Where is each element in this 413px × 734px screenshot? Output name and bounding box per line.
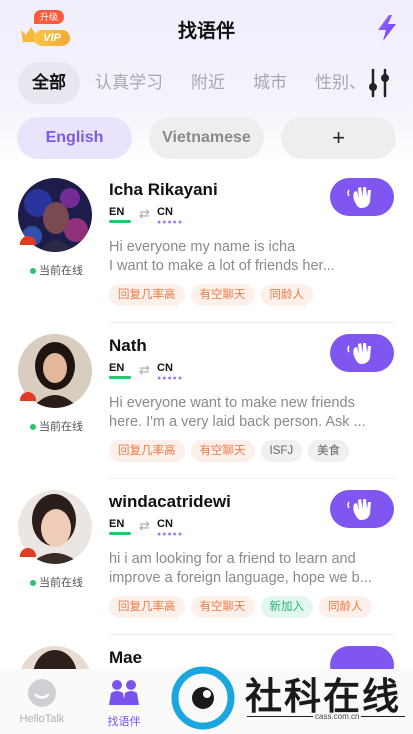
online-status: 当前在线 xyxy=(30,418,83,434)
tag-list: 回复几率高 有空聊天 同龄人 xyxy=(109,284,399,308)
partner-bio: hi i am looking for a friend to learn an… xyxy=(109,551,372,586)
online-dot-icon xyxy=(30,424,36,431)
tag: ISFJ xyxy=(260,440,303,462)
people-icon xyxy=(109,680,139,705)
online-indicator xyxy=(20,548,36,557)
online-dot-icon xyxy=(30,580,36,587)
wave-hello-button[interactable] xyxy=(330,334,394,372)
divider xyxy=(109,322,395,323)
watermark-url: cass.com.cn xyxy=(315,712,360,721)
language-exchange: EN ⇄ CN ●●●●● xyxy=(109,206,189,226)
learning-language: CN xyxy=(157,362,173,374)
add-language-button[interactable]: + xyxy=(281,117,396,159)
tag: 回复几率高 xyxy=(109,284,185,306)
language-exchange: EN ⇄ CN ●●●●● xyxy=(109,362,189,382)
language-filter-english[interactable]: English xyxy=(17,117,132,159)
tab-label: HelloTalk xyxy=(19,713,65,725)
tag: 有空聊天 xyxy=(190,440,255,462)
wave-hello-button[interactable] xyxy=(330,178,394,216)
partner-name: Nath xyxy=(109,336,147,355)
swap-icon: ⇄ xyxy=(139,206,150,221)
learning-level-dots: ●●●●● xyxy=(157,375,184,382)
tab-all[interactable]: 全部 xyxy=(18,62,80,104)
tag: 同龄人 xyxy=(260,284,313,306)
header: VIP 升级 找语伴 xyxy=(0,0,413,56)
native-language: EN xyxy=(109,206,125,218)
divider xyxy=(109,634,395,635)
partner-name: windacatridewi xyxy=(109,492,231,511)
watermark-logo: 社科在线 cass.com.cn xyxy=(165,664,413,734)
native-level-bar xyxy=(109,532,131,535)
partner-bio: Hi everyone my name is icha I want to ma… xyxy=(109,239,335,274)
native-level-bar xyxy=(109,376,131,379)
tab-hellotalk[interactable]: HelloTalk xyxy=(12,669,72,734)
online-dot-icon xyxy=(30,268,36,275)
tab-find-partner[interactable]: 找语伴 xyxy=(94,669,154,734)
tag-list: 回复几率高 有空聊天 新加入 同龄人 xyxy=(109,596,399,620)
partner-card[interactable]: 当前在线 Nath EN ⇄ CN ●●●●● Hi everyone want… xyxy=(0,334,413,490)
wave-hand-icon xyxy=(347,343,371,364)
chat-bubble-icon xyxy=(28,679,56,707)
partner-name: Mae xyxy=(109,648,143,667)
learning-level-dots: ●●●●● xyxy=(157,531,184,538)
filter-icon[interactable] xyxy=(366,68,392,98)
tab-serious-study[interactable]: 认真学习 xyxy=(95,62,163,104)
swap-icon: ⇄ xyxy=(139,518,150,533)
tag: 新加入 xyxy=(260,596,313,618)
language-filters: English Vietnamese + xyxy=(0,117,413,159)
watermark-line xyxy=(247,716,313,717)
divider xyxy=(109,478,395,479)
partner-card[interactable]: 当前在线 Icha Rikayani EN ⇄ CN ●●●●● Hi ever… xyxy=(0,178,413,334)
tag: 美食 xyxy=(308,440,350,462)
eye-logo-icon xyxy=(171,666,235,730)
online-status: 当前在线 xyxy=(30,262,83,278)
partner-card[interactable]: 当前在线 windacatridewi EN ⇄ CN ●●●●● hi i a… xyxy=(0,490,413,646)
tab-city[interactable]: 城市 xyxy=(253,62,287,104)
learning-language: CN xyxy=(157,518,173,530)
language-filter-vietnamese[interactable]: Vietnamese xyxy=(149,117,264,159)
native-language: EN xyxy=(109,362,125,374)
partner-bio: Hi everyone want to make new friends her… xyxy=(109,395,366,430)
tag: 有空聊天 xyxy=(190,596,255,618)
category-tabs: 全部 认真学习 附近 城市 性别、 xyxy=(18,62,413,104)
learning-language: CN xyxy=(157,206,173,218)
tag: 回复几率高 xyxy=(109,596,185,618)
online-status: 当前在线 xyxy=(30,574,83,590)
language-exchange: EN ⇄ CN ●●●●● xyxy=(109,518,189,538)
learning-level-dots: ●●●●● xyxy=(157,219,184,226)
partner-name: Icha Rikayani xyxy=(109,180,218,199)
tab-nearby[interactable]: 附近 xyxy=(191,62,225,104)
wave-hand-icon xyxy=(347,499,371,520)
swap-icon: ⇄ xyxy=(139,362,150,377)
lightning-icon[interactable] xyxy=(374,14,400,42)
tag: 回复几率高 xyxy=(109,440,185,462)
tab-gender[interactable]: 性别、 xyxy=(315,62,366,104)
online-indicator xyxy=(20,392,36,401)
wave-hello-button[interactable] xyxy=(330,490,394,528)
native-language: EN xyxy=(109,518,125,530)
wave-hand-icon xyxy=(347,187,371,208)
tag-list: 回复几率高 有空聊天 ISFJ 美食 xyxy=(109,440,399,464)
tag: 有空聊天 xyxy=(190,284,255,306)
page-title: 找语伴 xyxy=(177,21,235,42)
tag: 同龄人 xyxy=(319,596,372,618)
tab-label: 找语伴 xyxy=(107,716,141,728)
online-indicator xyxy=(20,236,36,245)
native-level-bar xyxy=(109,220,131,223)
watermark-line xyxy=(361,716,405,717)
